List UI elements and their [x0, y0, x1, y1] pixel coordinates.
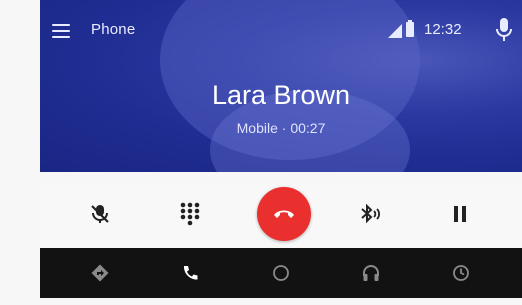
dialpad-icon	[180, 202, 200, 226]
dialpad-button[interactable]	[166, 182, 214, 246]
home-circle-icon	[273, 265, 289, 281]
battery-icon	[406, 20, 414, 37]
menu-icon[interactable]	[52, 24, 70, 38]
bluetooth-audio-icon	[361, 203, 380, 224]
caller-name: Lara Brown	[211, 80, 351, 110]
status-bar: Phone 12:32	[40, 0, 522, 60]
nav-home[interactable]	[259, 248, 303, 298]
clock: 12:32	[424, 21, 462, 38]
hold-button[interactable]	[436, 182, 484, 246]
phone-hangup-icon	[274, 210, 294, 218]
nav-navigation[interactable]	[78, 248, 122, 298]
caller-panel: Phone 12:32 Lara Brown Mobile · 00:27	[40, 0, 522, 172]
mute-button[interactable]	[76, 182, 124, 246]
app-title: Phone	[91, 21, 136, 38]
signal-icon	[388, 24, 402, 38]
mic-icon[interactable]	[494, 16, 514, 44]
pause-icon	[454, 206, 466, 222]
call-controls	[40, 182, 522, 246]
nav-overview[interactable]	[439, 248, 483, 298]
overview-icon	[453, 265, 469, 281]
android-auto-screen: Phone 12:32 Lara Brown Mobile · 00:27	[0, 0, 522, 305]
bottom-nav	[40, 248, 522, 298]
phone-icon	[183, 266, 198, 280]
headphones-icon	[363, 265, 379, 281]
mic-off-icon	[91, 205, 109, 223]
call-info: Mobile · 00:27	[236, 120, 326, 136]
end-call-button[interactable]	[257, 187, 311, 241]
nav-media[interactable]	[349, 248, 393, 298]
directions-icon	[91, 264, 109, 282]
bluetooth-audio-button[interactable]	[346, 182, 394, 246]
nav-phone[interactable]	[168, 248, 212, 298]
